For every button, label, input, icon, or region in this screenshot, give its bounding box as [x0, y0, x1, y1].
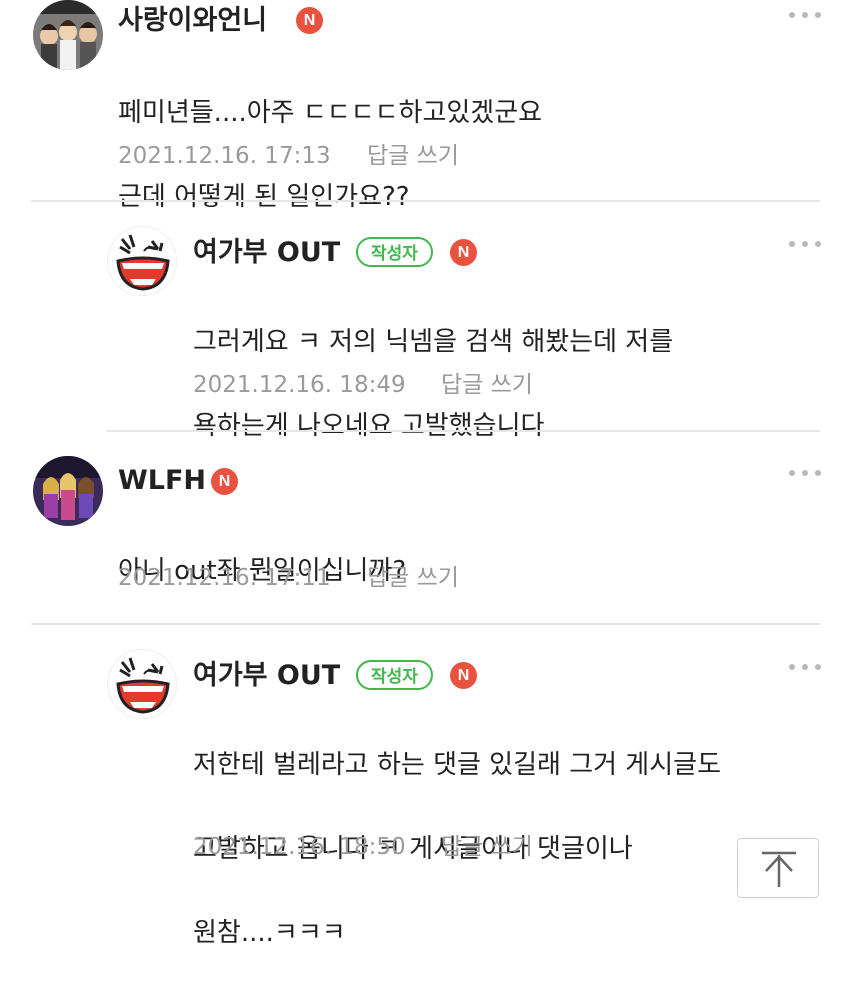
more-options-icon[interactable] — [789, 240, 821, 248]
comment-text-line: 욕하는게 나오네요 고발했습니다 — [193, 411, 545, 441]
comment-nickname[interactable]: WLFH — [118, 464, 206, 498]
comment-date: 2021.12.16. 18:50 — [193, 834, 406, 860]
new-badge: N — [211, 468, 238, 495]
comment-date: 2021.12.16. 17:11 — [118, 565, 331, 591]
reply-button[interactable]: 답글 쓰기 — [367, 563, 459, 593]
scroll-top-arrow-icon — [762, 851, 796, 887]
scroll-top-button[interactable] — [737, 838, 819, 898]
comment-nickname[interactable]: 여가부 OUT — [193, 236, 340, 270]
more-options-icon[interactable] — [789, 469, 821, 477]
more-options-icon[interactable] — [789, 11, 821, 19]
divider — [31, 623, 820, 625]
reply-button[interactable]: 답글 쓰기 — [367, 141, 459, 171]
more-options-icon[interactable] — [789, 663, 821, 671]
author-badge: 작성자 — [356, 237, 433, 267]
new-badge: N — [296, 7, 323, 34]
new-badge: N — [450, 662, 477, 689]
comment-text-line: 근데 어떻게 된 일인가요?? — [118, 182, 410, 212]
new-badge: N — [450, 239, 477, 266]
comment-text-line: 원참....ㅋㅋㅋ — [193, 918, 346, 948]
reply-button[interactable]: 답글 쓰기 — [441, 370, 533, 400]
comment-date: 2021.12.16. 17:13 — [118, 143, 331, 169]
avatar[interactable] — [33, 0, 103, 70]
comment-text-line: 그러게요 ㅋ 저의 닉넴을 검색 해봤는데 저를 — [193, 327, 674, 357]
divider — [31, 200, 820, 202]
avatar[interactable] — [33, 456, 103, 526]
reply-button[interactable]: 답글 쓰기 — [441, 832, 533, 862]
comment-text-line: 페미년들....아주 ㄷㄷㄷㄷ하고있겠군요 — [118, 98, 543, 128]
author-badge: 작성자 — [356, 660, 433, 690]
comment-date: 2021.12.16. 18:49 — [193, 372, 406, 398]
comment-nickname[interactable]: 여가부 OUT — [193, 659, 340, 693]
comment-text-line: 저한테 벌레라고 하는 댓글 있길래 그거 게시글도 — [193, 750, 721, 780]
divider — [107, 430, 820, 432]
avatar[interactable] — [107, 649, 177, 719]
comment-nickname[interactable]: 사랑이와언니 — [118, 4, 267, 38]
avatar[interactable] — [107, 226, 177, 296]
